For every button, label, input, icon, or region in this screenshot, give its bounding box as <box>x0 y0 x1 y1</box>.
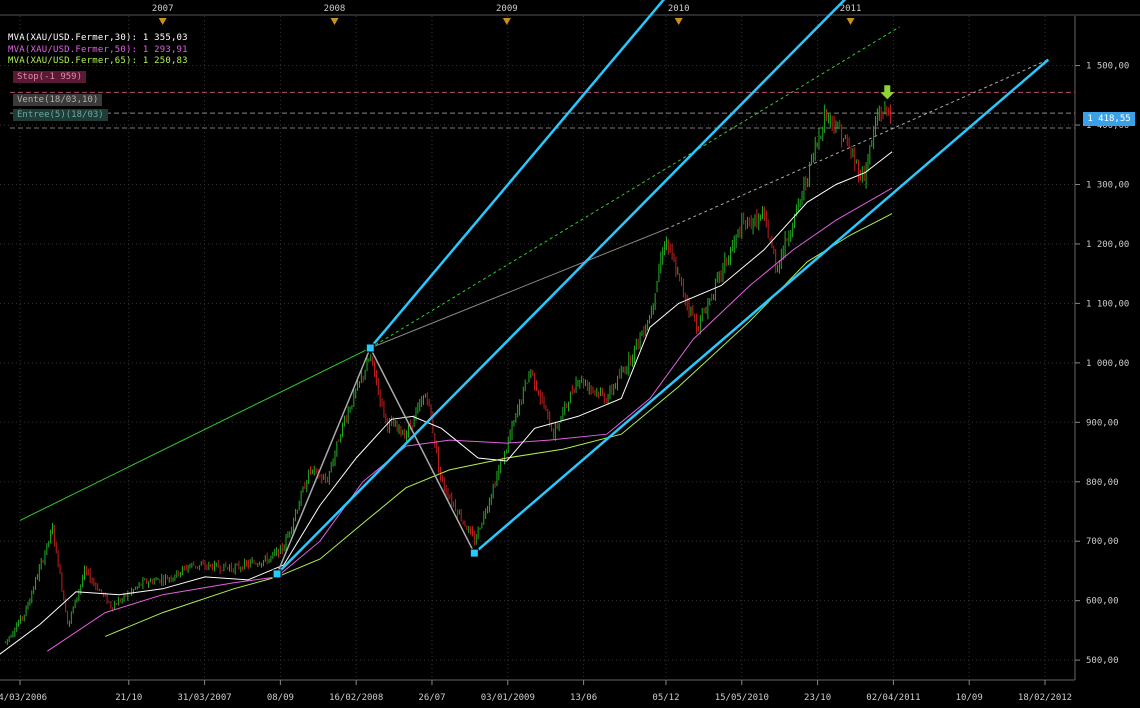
x-tick-label-13: 18/02/2012 <box>1018 693 1072 703</box>
year-label-0: 2007 <box>152 4 174 14</box>
entry-tag[interactable]: Entree(5)(18/03) <box>13 109 108 121</box>
y-tick-label-9: 600,00 <box>1086 597 1119 607</box>
legend-value-1: : 1 293,91 <box>131 44 188 55</box>
legend-ma50[interactable]: MVA(XAU/USD.Fermer,50): 1 293,91 <box>8 45 188 57</box>
y-tick-label-10: 500,00 <box>1086 656 1119 666</box>
x-tick-label-5: 26/07 <box>418 693 445 703</box>
y-tick-label-5: 1 000,00 <box>1086 359 1129 369</box>
y-tick-label-8: 700,00 <box>1086 537 1119 547</box>
chart-background <box>0 0 1140 708</box>
price-chart[interactable]: 1 500,001 400,001 300,001 200,001 100,00… <box>0 0 1140 708</box>
pivot-handle-0[interactable] <box>272 569 282 579</box>
x-tick-label-1: 21/10 <box>115 693 142 703</box>
x-tick-label-9: 15/05/2010 <box>715 693 769 703</box>
y-tick-label-0: 1 500,00 <box>1086 62 1129 72</box>
x-tick-label-4: 16/02/2008 <box>329 693 383 703</box>
x-tick-label-7: 13/06 <box>570 693 597 703</box>
pivot-handle-1[interactable] <box>365 343 375 353</box>
legend-value-2: : 1 250,83 <box>131 56 188 66</box>
year-label-3: 2010 <box>668 4 690 14</box>
x-tick-label-2: 31/03/2007 <box>177 693 231 703</box>
pivot-handle-2[interactable] <box>469 548 479 558</box>
x-tick-label-6: 03/01/2009 <box>481 693 535 703</box>
x-tick-label-11: 02/04/2011 <box>866 693 920 703</box>
year-label-2: 2009 <box>496 4 518 14</box>
legend-ma65[interactable]: MVA(XAU/USD.Fermer,65): 1 250,83 <box>8 56 188 68</box>
x-tick-label-8: 05/12 <box>652 693 679 703</box>
y-tick-label-3: 1 200,00 <box>1086 240 1129 250</box>
sell-tag[interactable]: Vente(18/03,10) <box>13 94 103 106</box>
x-tick-label-12: 10/09 <box>956 693 983 703</box>
x-tick-label-0: 04/03/2006 <box>0 693 47 703</box>
legend-value-0: : 1 355,03 <box>131 33 188 43</box>
y-tick-label-4: 1 100,00 <box>1086 299 1129 309</box>
x-tick-label-10: 23/10 <box>804 693 831 703</box>
y-tick-label-7: 800,00 <box>1086 478 1119 488</box>
year-label-4: 2011 <box>840 4 862 14</box>
chart-container: 1 500,00 1 400,00 1 300,00 1 200,00 1 100,00… <box>0 0 1140 708</box>
indicator-legend: MVA(XAU/USD.Fermer,30): 1 355,03 MVA(XAU… <box>8 33 188 68</box>
legend-ma30[interactable]: MVA(XAU/USD.Fermer,30): 1 355,03 <box>8 33 188 45</box>
last-price-tag: 1 418,55 <box>1083 112 1135 126</box>
y-tick-label-2: 1 300,00 <box>1086 180 1129 190</box>
x-tick-label-3: 08/09 <box>267 693 294 703</box>
year-label-1: 2008 <box>324 4 346 14</box>
stop-tag[interactable]: Stop(-1 959) <box>13 71 87 83</box>
y-tick-label-6: 900,00 <box>1086 418 1119 428</box>
